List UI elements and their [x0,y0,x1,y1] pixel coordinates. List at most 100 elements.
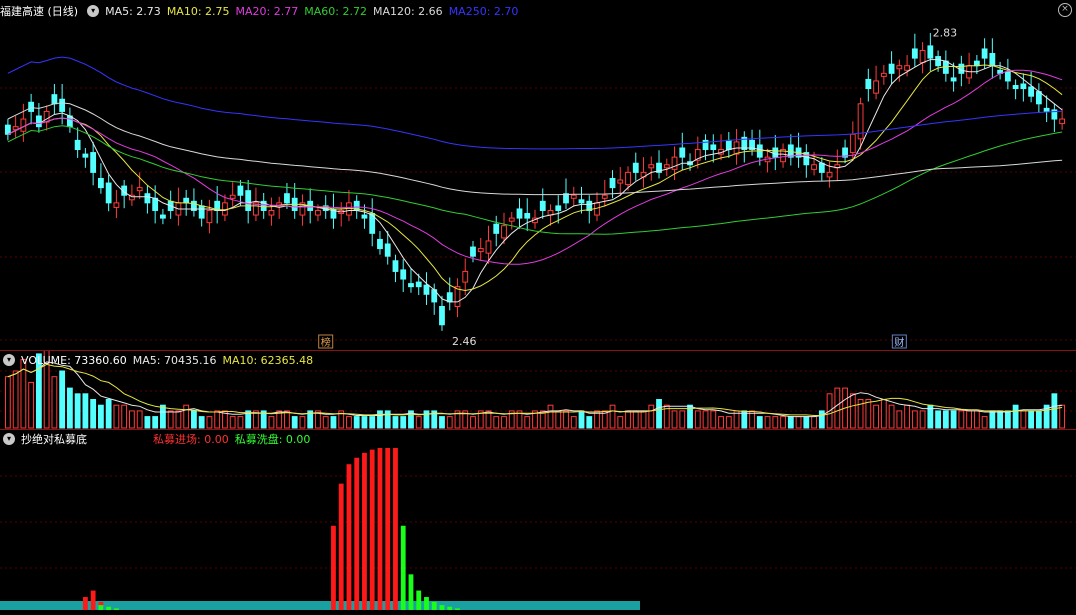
volume-bar [59,370,66,429]
candle-body [144,193,151,204]
volume-bar [493,416,500,429]
high-price-label: 2.83 [933,26,958,39]
candle-body [160,214,166,219]
candle-body [35,115,42,128]
indicator-washout-bar [106,606,112,610]
candle-body [51,94,58,105]
price-chart[interactable]: 2.83 2.46 榜 财 [0,0,1076,350]
volume-bar [617,416,624,429]
volume-bar [330,416,337,429]
indicator-chart[interactable] [0,430,1076,615]
volume-value: VOLUME: 73360.60 [21,353,127,367]
volume-bar [237,416,244,429]
candle-body [90,152,97,173]
volume-bar [384,410,391,429]
volume-bar [12,370,19,429]
candle-body [198,205,205,219]
volume-bar [989,410,996,429]
candle-body [663,164,670,169]
candle-body [578,199,585,204]
candle-body [400,269,407,280]
indicator-washout-bar [416,590,422,610]
indicator-entry-bar [346,464,352,610]
volume-bar [229,416,236,429]
candle-body [632,162,639,173]
candle-body [950,77,957,82]
indicator-toggle-icon[interactable]: ▾ [3,433,15,445]
candle-body [206,209,213,224]
candle-body [470,246,476,257]
candle-body [28,101,35,112]
volume-bar [640,410,647,429]
volume-bar [586,416,593,429]
candle-body [904,65,910,71]
volume-bar [578,410,585,429]
indicator-title: 抄绝对私募底 [21,433,87,446]
volume-toggle-icon[interactable]: ▾ [3,354,15,366]
volume-bar [1059,404,1066,429]
candle-body [1020,83,1027,90]
candle-body [563,193,569,204]
volume-bar [671,410,678,429]
ma60-value: MA60: 2.72 [304,4,367,18]
volume-bar [113,404,120,429]
volume-bar [570,416,577,429]
volume-bar [167,410,174,429]
ma250-line [7,56,1063,150]
legend-toggle-icon[interactable]: ▾ [87,5,100,17]
volume-bar [873,404,879,429]
volume-legend: ▾ VOLUME: 73360.60 MA5: 70435.16 MA10: 6… [0,351,313,369]
volume-bar [361,416,368,429]
candle-body [377,238,383,250]
candle-body [229,194,236,199]
candle-body [59,98,66,112]
indicator-washout-bar [113,608,119,610]
candle-body [268,209,275,216]
candle-body [1043,107,1050,112]
indicator-legend: ▾ 抄绝对私募底 私募进场: 0.00 私募洗盘: 0.00 [0,430,310,448]
candle-body [1028,86,1035,97]
volume-bar [51,376,58,429]
candle-body [485,240,492,254]
volume-bar [888,404,895,429]
volume-bar [90,399,97,429]
volume-bar [299,416,306,429]
volume-bar [818,410,825,429]
volume-bar [136,410,143,429]
candle-body [671,156,678,170]
candle-body [601,194,608,199]
volume-bar [291,416,298,429]
indicator-entry-bar [385,448,391,610]
indicator-washout-bar [447,606,453,610]
candle-body [1012,85,1019,90]
volume-bar [144,416,151,429]
candle-body [524,213,531,219]
volume-bar [175,410,182,429]
volume-bar [787,416,794,429]
candle-body [555,205,562,211]
volume-bar [547,404,554,429]
candle-body [284,193,290,204]
candle-body [811,164,817,170]
volume-bar [563,410,569,429]
ma10-value: MA10: 2.75 [166,4,230,18]
volume-bar [942,410,949,429]
volume-bar [725,416,732,429]
candle-body [625,171,631,186]
indicator-washout-bar [439,605,445,610]
volume-bar [710,410,717,429]
candle-body [935,56,941,67]
ma5-line [7,59,1063,303]
volume-bar [555,410,562,429]
candle-body [82,153,89,158]
volume-bar [400,416,407,429]
candle-body [105,182,112,204]
candle-body [408,283,414,288]
candle-body [725,139,732,151]
volume-bar [191,410,197,429]
indicator-washout-bar [400,525,406,610]
low-price-label: 2.46 [452,335,477,348]
candle-body [710,144,717,151]
indicator-washout-bar [98,605,104,610]
candle-body [446,292,453,303]
